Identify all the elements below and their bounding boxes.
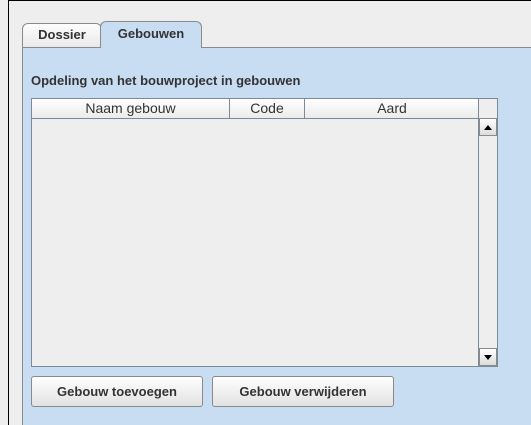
arrow-down-icon — [484, 355, 492, 360]
gebouwen-panel: Opdeling van het bouwproject in gebouwen… — [22, 47, 531, 425]
column-header-naam-gebouw[interactable]: Naam gebouw — [32, 99, 230, 118]
table-header: Naam gebouw Code Aard — [32, 99, 479, 119]
scroll-down-button[interactable] — [479, 348, 497, 366]
scrollbar-track[interactable] — [479, 136, 497, 348]
scroll-up-button[interactable] — [479, 118, 497, 136]
tab-dossier[interactable]: Dossier — [22, 23, 102, 47]
tab-gebouwen-label: Gebouwen — [117, 26, 185, 41]
vertical-scrollbar[interactable] — [478, 118, 497, 366]
buildings-table[interactable]: Naam gebouw Code Aard — [31, 98, 498, 367]
section-title: Opdeling van het bouwproject in gebouwen — [31, 73, 301, 88]
tab-gebouwen[interactable]: Gebouwen — [100, 21, 202, 48]
window-border-top — [8, 0, 531, 1]
arrow-up-icon — [484, 125, 492, 130]
window-border-left — [8, 0, 9, 425]
column-header-aard[interactable]: Aard — [305, 99, 479, 118]
add-building-button[interactable]: Gebouw toevoegen — [31, 376, 203, 407]
remove-building-button[interactable]: Gebouw verwijderen — [212, 376, 394, 407]
column-header-code[interactable]: Code — [230, 99, 305, 118]
tab-dossier-label: Dossier — [38, 27, 86, 42]
table-header-corner — [478, 99, 497, 119]
